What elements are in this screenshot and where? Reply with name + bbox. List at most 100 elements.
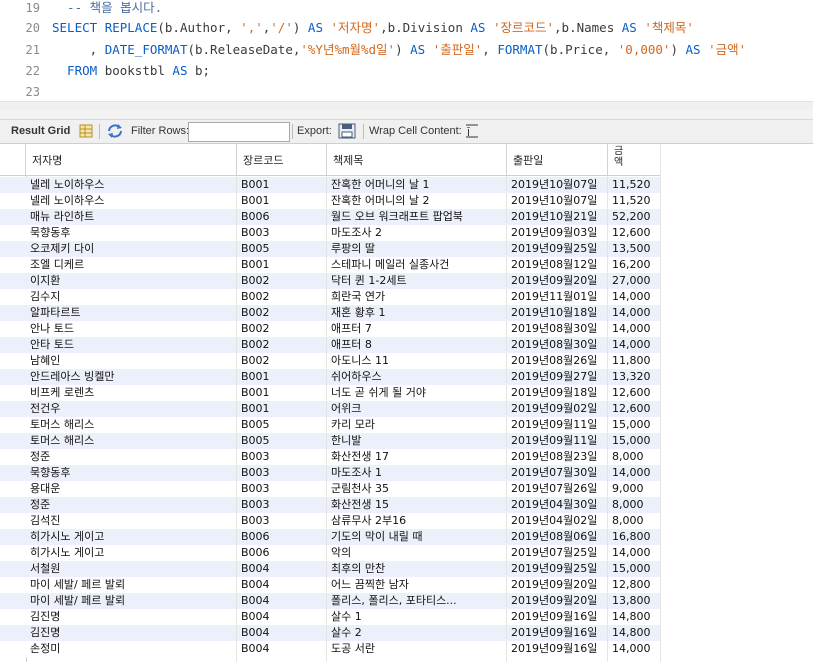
cell-genre-code[interactable]: B005 [241,417,325,433]
cell-release-date[interactable]: 2019년09월16일 [511,625,606,641]
cell-release-date[interactable]: 2019년07월26일 [511,481,606,497]
table-row[interactable]: 정준 B003 화산전생 15 2019년04월30일 8,000 [0,497,661,513]
cell-genre-code[interactable]: B002 [241,353,325,369]
cell-price[interactable]: 15,000 [612,433,659,449]
cell-title[interactable]: 닥터 퀸 1-2세트 [331,273,505,289]
table-row[interactable]: 묵향동후 B003 마도조사 1 2019년07월30일 14,000 [0,465,661,481]
table-row[interactable]: 오코제키 다이 B005 루팡의 딸 2019년09월25일 13,500 [0,241,661,257]
cell-title[interactable]: 카리 모라 [331,417,505,433]
cell-title[interactable]: 악의 [331,545,505,561]
code-line[interactable]: 23 [0,81,813,103]
cell-release-date[interactable]: 2019년04월02일 [511,513,606,529]
cell-price[interactable]: 15,000 [612,561,659,577]
cell-price[interactable]: 8,000 [612,497,659,513]
cell-genre-code[interactable]: B004 [241,577,325,593]
cell-price[interactable]: 14,000 [612,321,659,337]
cell-price[interactable]: 11,520 [612,177,659,193]
cell-author[interactable]: 비프케 로렌츠 [30,385,235,401]
cell-release-date[interactable]: 2019년10월07일 [511,177,606,193]
cell-author[interactable]: 이지환 [30,273,235,289]
cell-price[interactable]: 9,000 [612,481,659,497]
cell-price[interactable]: 14,000 [612,641,659,657]
cell-author[interactable]: 묵향동후 [30,225,235,241]
cell-genre-code[interactable]: B001 [241,369,325,385]
cell-release-date[interactable]: 2019년09월11일 [511,417,606,433]
cell-genre-code[interactable]: B001 [241,193,325,209]
table-row[interactable]: 정준 B003 화산전생 17 2019년08월23일 8,000 [0,449,661,465]
cell-genre-code[interactable]: B002 [241,337,325,353]
cell-price[interactable]: 13,500 [612,241,659,257]
cell-title[interactable]: 마도조사 2 [331,225,505,241]
column-header-release-date[interactable]: 출판일 [507,144,608,176]
cell-author[interactable]: 김수지 [30,289,235,305]
cell-genre-code[interactable]: B003 [241,497,325,513]
cell-title[interactable]: 잔혹한 어머니의 날 1 [331,177,505,193]
cell-genre-code[interactable]: B002 [241,305,325,321]
cell-release-date[interactable]: 2019년09월02일 [511,401,606,417]
table-row[interactable]: 김진명 B004 살수 2 2019년09월16일 14,800 [0,625,661,641]
cell-author[interactable]: 알파타르트 [30,305,235,321]
table-row[interactable]: 마이 세발/ 페르 발뢰 B004 어느 끔찍한 남자 2019년09월20일 12,8… [0,577,661,593]
table-row[interactable]: 토머스 해리스 B005 한니발 2019년09월11일 15,000 [0,433,661,449]
column-header-genre-code[interactable]: 장르코드 [237,144,327,176]
cell-genre-code[interactable]: B002 [241,273,325,289]
cell-author[interactable]: 안드레아스 빙켈만 [30,369,235,385]
table-row[interactable]: 알파타르트 B002 재혼 황후 1 2019년10월18일 14,000 [0,305,661,321]
table-row[interactable]: 토머스 해리스 B005 카리 모라 2019년09월11일 15,000 [0,417,661,433]
cell-price[interactable]: 14,000 [612,337,659,353]
cell-release-date[interactable]: 2019년08월06일 [511,529,606,545]
result-grid-tab[interactable]: Result Grid [11,120,70,143]
table-row[interactable]: 손정미 B004 도공 서란 2019년09월16일 14,000 [0,641,661,657]
cell-title[interactable]: 살수 2 [331,625,505,641]
cell-author[interactable]: 넬레 노이하우스 [30,193,235,209]
cell-genre-code[interactable]: B006 [241,529,325,545]
cell-author[interactable]: 마이 세발/ 페르 발뢰 [30,593,235,609]
cell-price[interactable]: 14,800 [612,609,659,625]
corner-header[interactable] [0,144,26,176]
cell-price[interactable]: 14,000 [612,289,659,305]
cell-release-date[interactable]: 2019년09월11일 [511,433,606,449]
cell-title[interactable]: 재혼 황후 1 [331,305,505,321]
cell-title[interactable]: 어위크 [331,401,505,417]
cell-title[interactable]: 애프터 8 [331,337,505,353]
cell-author[interactable]: 김진명 [30,625,235,641]
cell-title[interactable]: 너도 곧 쉬게 될 거야 [331,385,505,401]
code-text[interactable]: FROM bookstbl AS b; [52,60,210,82]
cell-title[interactable]: 잔혹한 어머니의 날 2 [331,193,505,209]
cell-price[interactable]: 12,600 [612,225,659,241]
cell-genre-code[interactable]: B003 [241,449,325,465]
cell-release-date[interactable]: 2019년10월07일 [511,193,606,209]
cell-author[interactable]: 손정미 [30,641,235,657]
cell-release-date[interactable]: 2019년09월20일 [511,577,606,593]
table-row[interactable]: 용대운 B003 군림천사 35 2019년07월26일 9,000 [0,481,661,497]
cell-genre-code[interactable]: B003 [241,225,325,241]
cell-author[interactable]: 전건우 [30,401,235,417]
cell-price[interactable]: 15,000 [612,417,659,433]
cell-release-date[interactable]: 2019년07월25일 [511,545,606,561]
table-row[interactable]: 서철원 B004 최후의 만찬 2019년09월25일 15,000 [0,561,661,577]
table-row[interactable]: 비프케 로렌츠 B001 너도 곧 쉬게 될 거야 2019년09월18일 12,600 [0,385,661,401]
cell-release-date[interactable]: 2019년09월16일 [511,609,606,625]
cell-price[interactable]: 12,600 [612,401,659,417]
cell-price[interactable]: 11,800 [612,353,659,369]
cell-author[interactable]: 묵향동후 [30,465,235,481]
cell-price[interactable]: 8,000 [612,513,659,529]
refresh-icon[interactable] [106,123,124,140]
column-header-author[interactable]: 저자명 [26,144,237,176]
code-text[interactable]: , DATE_FORMAT(b.ReleaseDate,'%Y년%m월%d일')… [52,39,747,61]
cell-title[interactable]: 쉬어하우스 [331,369,505,385]
cell-author[interactable]: 토머스 해리스 [30,433,235,449]
cell-author[interactable]: 히가시노 게이고 [30,545,235,561]
cell-genre-code[interactable]: B005 [241,433,325,449]
export-icon[interactable] [338,122,356,140]
cell-author[interactable]: 조엘 디케르 [30,257,235,273]
table-row[interactable]: 조엘 디케르 B001 스테파니 메일러 실종사건 2019년08월12일 16,200 [0,257,661,273]
cell-genre-code[interactable]: B004 [241,625,325,641]
cell-price[interactable]: 16,800 [612,529,659,545]
cell-title[interactable]: 아도니스 11 [331,353,505,369]
cell-release-date[interactable]: 2019년11월01일 [511,289,606,305]
cell-author[interactable]: 남혜인 [30,353,235,369]
wrap-icon[interactable]: Ī [465,124,479,139]
sql-editor[interactable]: 19 -- 책을 봅시다. 20 SELECT REPLACE(b.Author, … [0,0,813,110]
code-line[interactable]: 21 , DATE_FORMAT(b.ReleaseDate,'%Y년%m월%d… [0,39,813,61]
